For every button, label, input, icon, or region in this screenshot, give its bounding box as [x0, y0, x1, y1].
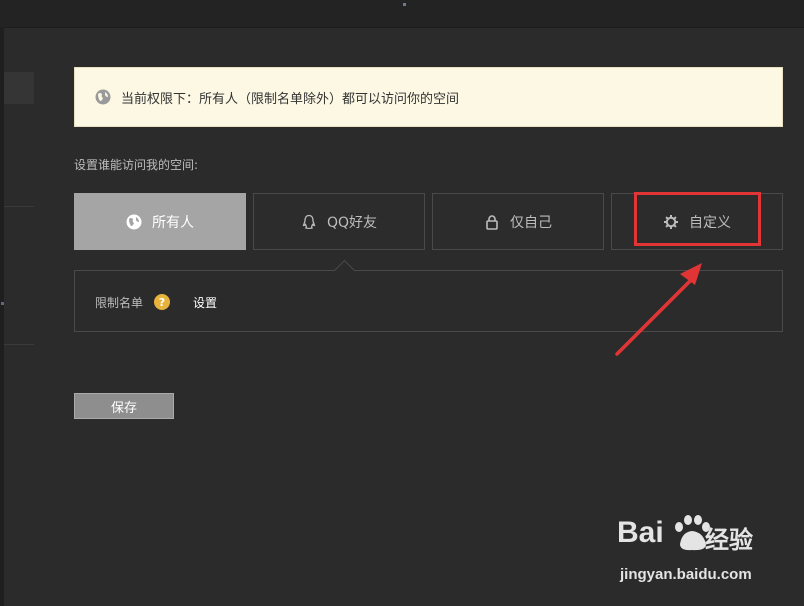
- restriction-settings-link[interactable]: 设置: [193, 294, 217, 311]
- sidebar-divider: [4, 344, 34, 345]
- gear-icon: [664, 214, 678, 229]
- watermark-chinese-text: 经验: [705, 526, 753, 554]
- help-icon[interactable]: ?: [154, 294, 170, 310]
- sidebar-marker: [1, 302, 4, 305]
- permission-notice: 当前权限下：所有人（限制名单除外）都可以访问你的空间: [74, 67, 783, 127]
- section-label: 设置谁能访问我的空间:: [74, 158, 199, 172]
- tab-only-me[interactable]: 仅自己: [432, 193, 604, 250]
- tab-label: 自定义: [689, 214, 731, 231]
- notice-text: 当前权限下：所有人（限制名单除外）都可以访问你的空间: [121, 91, 460, 107]
- qq-penguin-icon: [302, 214, 316, 229]
- globe-icon: [126, 214, 142, 229]
- tab-label: 仅自己: [510, 214, 552, 231]
- tab-everyone[interactable]: 所有人: [74, 193, 246, 250]
- restriction-list-label: 限制名单: [95, 296, 144, 310]
- watermark-url: jingyan.baidu.com: [620, 566, 752, 583]
- restriction-panel: 限制名单 ? 设置: [74, 259, 783, 332]
- lock-icon: [486, 214, 498, 230]
- sidebar-item[interactable]: [4, 72, 34, 104]
- tab-label: 所有人: [152, 214, 194, 231]
- watermark-logo-text: Bai: [617, 516, 664, 549]
- top-bar-marker: [403, 3, 406, 6]
- globe-icon: [95, 89, 111, 105]
- tab-label: QQ好友: [326, 214, 378, 231]
- left-edge: [0, 27, 4, 606]
- top-bar: [0, 0, 804, 28]
- save-button[interactable]: 保存: [74, 393, 174, 419]
- tab-qq-friends[interactable]: QQ好友: [253, 193, 425, 250]
- baidu-jingyan-watermark: Bai 经验 jingyan.baidu.com: [617, 515, 767, 588]
- tab-custom[interactable]: 自定义: [611, 193, 783, 250]
- sidebar-divider: [4, 206, 34, 207]
- panel-pointer: [333, 259, 356, 282]
